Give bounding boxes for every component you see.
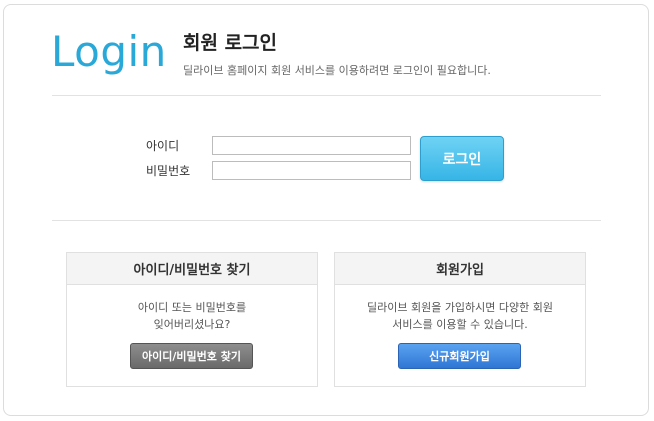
id-input[interactable] xyxy=(212,136,411,155)
page-subtitle: 딜라이브 홈페이지 회원 서비스를 이용하려면 로그인이 필요합니다. xyxy=(183,64,491,77)
top-divider xyxy=(52,95,601,96)
join-desc-line2: 서비스를 이용할 수 있습니다. xyxy=(392,318,528,331)
login-logo: Login xyxy=(51,27,167,76)
join-panel: 회원가입 딜라이브 회원을 가입하시면 다양한 회원 서비스를 이용할 수 있습… xyxy=(334,252,586,387)
find-account-button[interactable]: 아이디/비밀번호 찾기 xyxy=(130,343,253,369)
find-account-panel: 아이디/비밀번호 찾기 아이디 또는 비밀번호를 잊어버리셨나요? 아이디/비밀… xyxy=(66,252,318,387)
join-description: 딜라이브 회원을 가입하시면 다양한 회원 서비스를 이용할 수 있습니다. xyxy=(335,299,585,333)
login-button[interactable]: 로그인 xyxy=(420,136,504,181)
find-account-title: 아이디/비밀번호 찾기 xyxy=(67,253,317,285)
id-label: 아이디 xyxy=(146,139,180,153)
password-label: 비밀번호 xyxy=(146,164,191,178)
join-desc-line1: 딜라이브 회원을 가입하시면 다양한 회원 xyxy=(366,301,554,314)
join-title: 회원가입 xyxy=(335,253,585,285)
find-account-description: 아이디 또는 비밀번호를 잊어버리셨나요? xyxy=(67,299,317,333)
password-input[interactable] xyxy=(212,161,411,180)
find-account-desc-line1: 아이디 또는 비밀번호를 xyxy=(137,301,247,314)
page-title: 회원 로그인 xyxy=(183,32,278,54)
join-button[interactable]: 신규회원가입 xyxy=(398,343,521,369)
bottom-divider xyxy=(52,220,601,221)
find-account-desc-line2: 잊어버리셨나요? xyxy=(153,318,231,331)
